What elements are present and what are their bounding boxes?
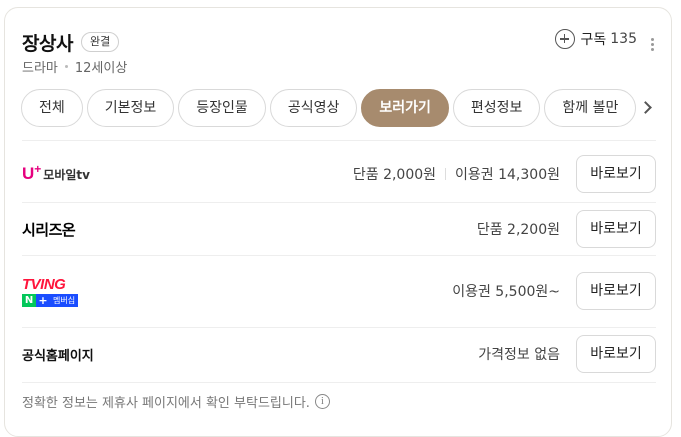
official-homepage-label: 공식홈페이지 <box>22 348 94 364</box>
provider-logo-tving[interactable]: TVING N + 멤버십 <box>22 276 222 307</box>
tab-watch[interactable]: 보러가기 <box>361 89 449 127</box>
price-info: 이용권 5,500원~ <box>222 281 576 301</box>
naver-plus-icon: + <box>36 293 50 307</box>
separator-dot <box>64 65 68 68</box>
provider-row-official: 공식홈페이지 가격정보 없음 바로보기 <box>22 328 656 380</box>
page-title[interactable]: 장상사 <box>22 29 73 56</box>
price-pass: 이용권 14,300원 <box>455 167 560 183</box>
serieson-logo: 시리즈온 <box>22 220 76 239</box>
watch-button[interactable]: 바로보기 <box>576 335 656 373</box>
watch-button[interactable]: 바로보기 <box>576 155 656 193</box>
provider-row-serieson: 시리즈온 단품 2,200원 바로보기 <box>22 203 656 255</box>
meta-info: 드라마 12세이상 <box>22 57 127 76</box>
watch-button[interactable]: 바로보기 <box>576 210 656 248</box>
price-single: 단품 2,000원 <box>352 167 437 183</box>
status-badge: 완결 <box>80 32 120 52</box>
provider-row-uplus: U + 모바일tv 단품 2,000원 이용권 14,300원 바로보기 <box>22 149 656 199</box>
uplus-logo-u: U <box>22 164 35 183</box>
tab-also-watch[interactable]: 함께 볼만 <box>544 89 636 127</box>
plus-icon <box>554 29 575 49</box>
price-info: 가격정보 없음 <box>222 344 576 364</box>
more-options-icon[interactable] <box>651 38 655 52</box>
price-info: 단품 2,000원 이용권 14,300원 <box>222 164 576 184</box>
genre-label: 드라마 <box>22 61 58 76</box>
info-icon[interactable]: i <box>314 394 330 409</box>
tab-all[interactable]: 전체 <box>21 89 83 127</box>
divider <box>22 140 656 141</box>
footer-notice: 정확한 정보는 제휴사 페이지에서 확인 부탁드립니다. i <box>22 392 330 411</box>
provider-logo-official[interactable]: 공식홈페이지 <box>22 345 222 364</box>
rating-label: 12세이상 <box>74 61 128 76</box>
subscribe-button[interactable]: 구독 135 <box>554 28 637 50</box>
uplus-logo-plus: + <box>34 162 42 176</box>
price-single: 단품 2,200원 <box>476 222 560 238</box>
tving-logo: TVING <box>22 275 66 293</box>
price-separator <box>445 168 447 180</box>
watch-options-card: 장상사 완결 드라마 12세이상 구독 135 전체 기본정보 등장인물 공식영상 보러… <box>4 7 672 437</box>
provider-logo-uplus[interactable]: U + 모바일tv <box>22 162 222 184</box>
divider <box>22 382 656 383</box>
tab-official-video[interactable]: 공식영상 <box>269 89 358 127</box>
subscribe-label: 구독 <box>580 32 607 48</box>
watch-button[interactable]: 바로보기 <box>576 272 656 310</box>
uplus-logo-text: 모바일tv <box>43 168 90 182</box>
price-info: 단품 2,200원 <box>222 219 576 239</box>
notice-text: 정확한 정보는 제휴사 페이지에서 확인 부탁드립니다. <box>22 396 310 411</box>
provider-logo-serieson[interactable]: 시리즈온 <box>22 219 222 240</box>
chevron-right-icon[interactable] <box>639 100 653 116</box>
tab-basic-info[interactable]: 기본정보 <box>86 89 175 127</box>
subscribe-count: 135 <box>610 31 637 47</box>
tab-characters[interactable]: 등장인물 <box>178 89 266 127</box>
price-pass: 이용권 5,500원~ <box>452 284 560 300</box>
membership-label: 멤버십 <box>50 293 79 307</box>
provider-row-tving: TVING N + 멤버십 이용권 5,500원~ 바로보기 <box>22 256 656 326</box>
title-row: 장상사 완결 <box>22 28 120 56</box>
tab-schedule[interactable]: 편성정보 <box>452 89 541 127</box>
tab-bar: 전체 기본정보 등장인물 공식영상 보러가기 편성정보 함께 볼만 <box>21 89 636 129</box>
price-unavailable: 가격정보 없음 <box>478 347 560 363</box>
naver-n-icon: N <box>22 293 36 307</box>
